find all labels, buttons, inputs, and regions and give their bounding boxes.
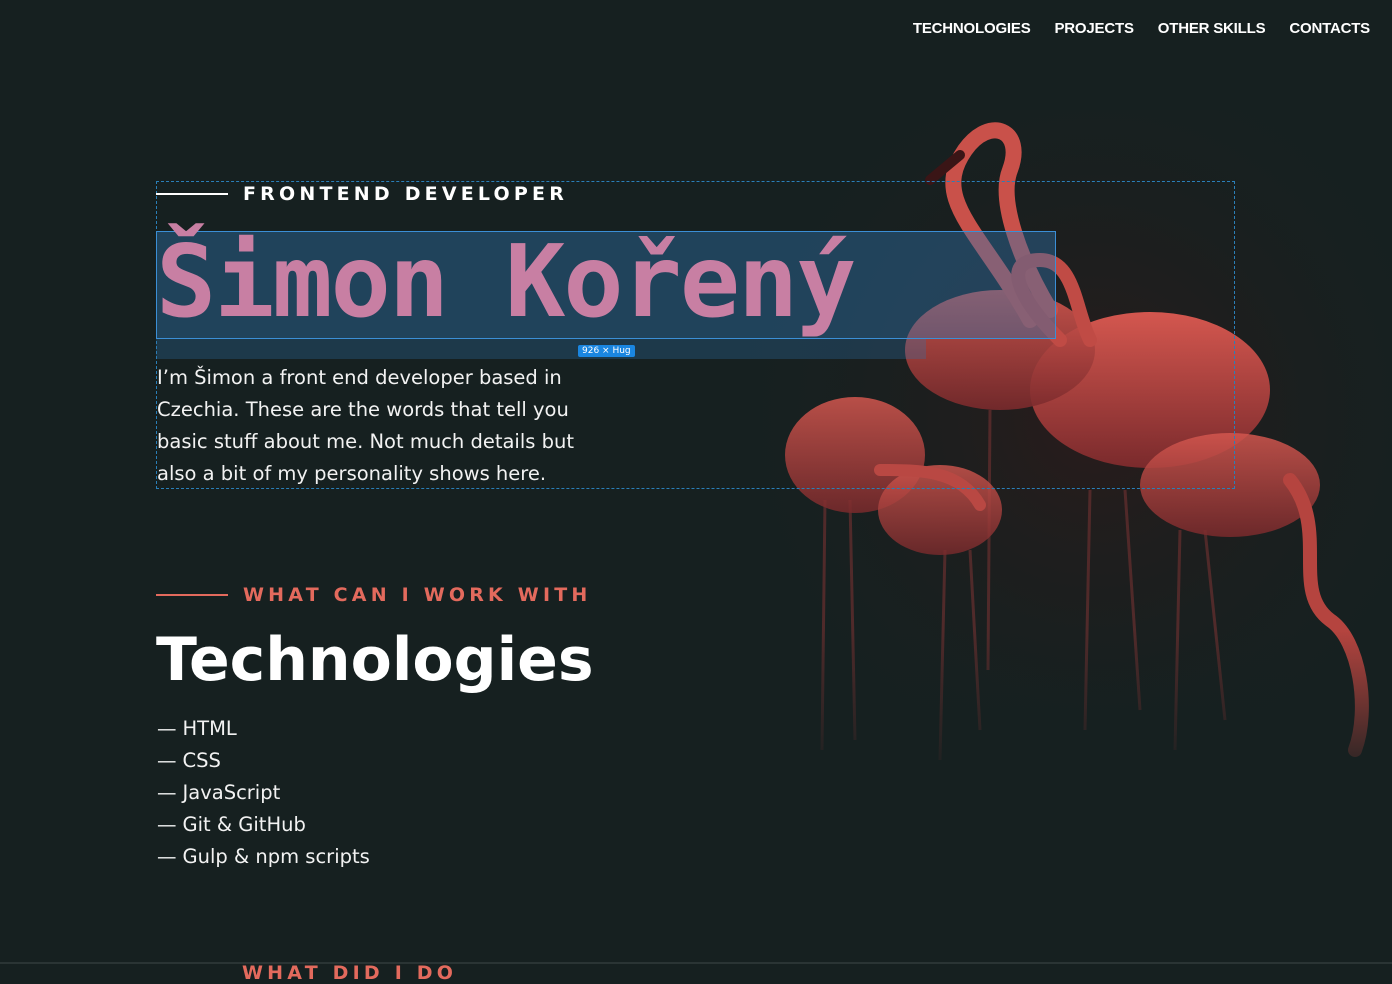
list-item: — HTML: [157, 717, 237, 740]
list-item: — Gulp & npm scripts: [157, 845, 370, 868]
technologies-eyebrow: WHAT CAN I WORK WITH: [156, 584, 591, 606]
hero-eyebrow: FRONTEND DEVELOPER: [156, 183, 568, 205]
eyebrow-rule: [156, 594, 228, 596]
technologies-title: Technologies: [156, 625, 594, 695]
hero-name[interactable]: Šimon Kořený: [156, 222, 856, 342]
nav-link-contacts[interactable]: CONTACTS: [1289, 20, 1370, 37]
hero-eyebrow-text: FRONTEND DEVELOPER: [243, 183, 569, 205]
selection-frame-extension: [156, 339, 926, 359]
bottom-divider: [0, 962, 1392, 964]
technologies-list: — HTML — CSS — JavaScript — Git & GitHub — Gu…: [157, 713, 370, 873]
nav-link-technologies[interactable]: TECHNOLOGIES: [913, 20, 1031, 37]
list-item: — JavaScript: [157, 781, 281, 804]
size-badge: 926 × Hug: [578, 345, 635, 357]
next-section-eyebrow: WHAT DID I DO: [242, 962, 458, 984]
list-item: — CSS: [157, 749, 221, 772]
hero-intro: I’m Šimon a front end developer based in…: [157, 366, 575, 485]
eyebrow-rule: [156, 193, 228, 195]
nav-link-projects[interactable]: PROJECTS: [1055, 20, 1134, 37]
nav-link-other-skills[interactable]: OTHER SKILLS: [1158, 20, 1266, 37]
top-nav: TECHNOLOGIES PROJECTS OTHER SKILLS CONTA…: [913, 20, 1370, 37]
technologies-eyebrow-text: WHAT CAN I WORK WITH: [243, 584, 592, 606]
list-item: — Git & GitHub: [157, 813, 306, 836]
